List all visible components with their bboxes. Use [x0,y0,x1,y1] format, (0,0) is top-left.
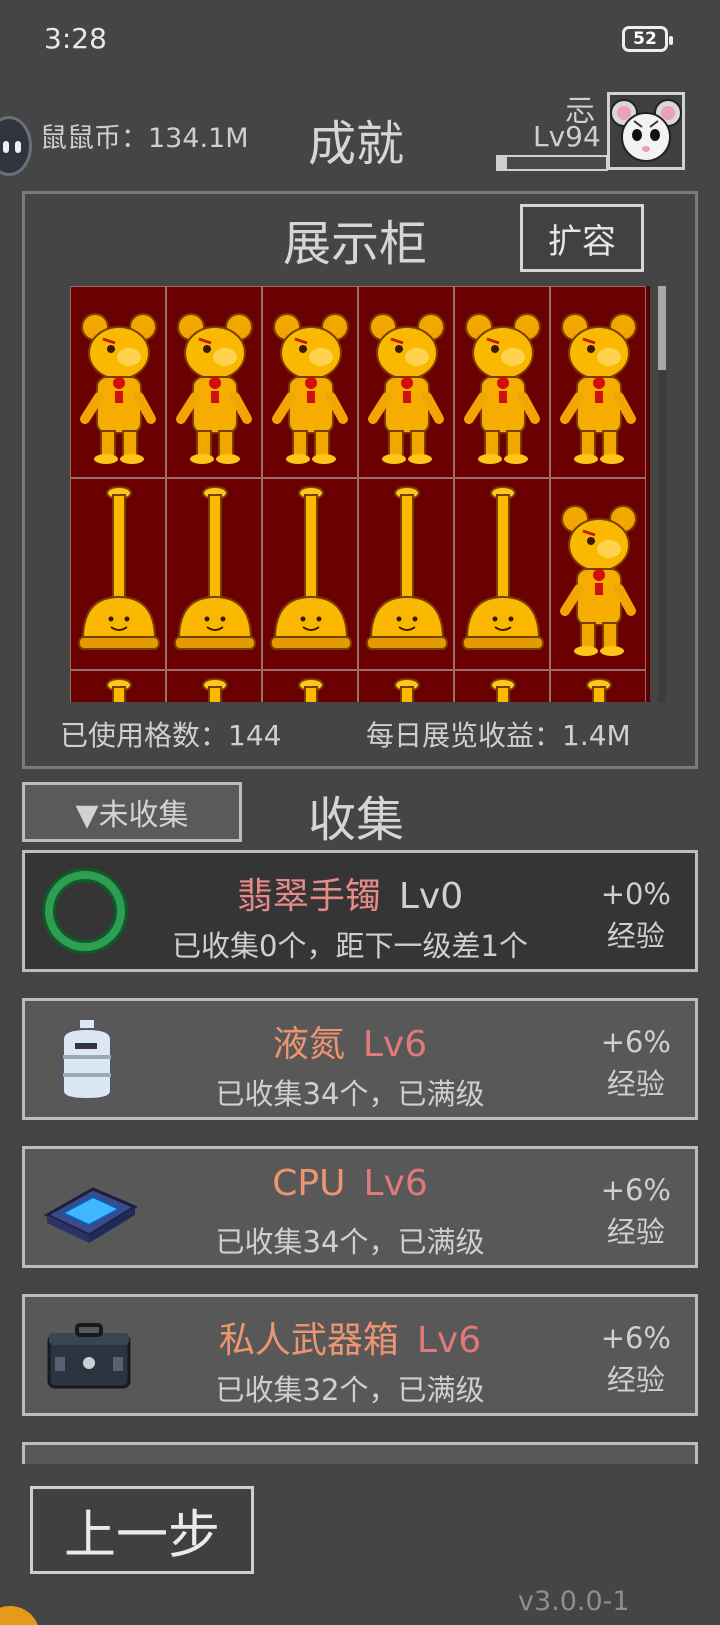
item-progress: 已收集34个，已满级 [215,1077,485,1111]
back-button[interactable]: 上一步 [30,1486,254,1574]
bonus-unit: 经验 [606,1363,665,1397]
gold-plunger-trophy-icon [490,678,516,702]
cabinet-slot[interactable] [358,478,454,670]
item-bonus: +0% 经验 [601,873,671,957]
gold-plunger-trophy-icon [366,486,448,650]
gold-plunger-trophy-icon [106,678,132,702]
player-avatar[interactable] [607,92,685,170]
version-label: v3.0.0-1 [518,1586,630,1617]
item-title: 私人武器箱 Lv6 [155,1311,545,1363]
item-progress: 已收集34个，已满级 [215,1225,485,1259]
collection-item[interactable]: 液氮 Lv6 已收集34个，已满级 +6% 经验 [22,998,698,1120]
xp-progress-fill [498,157,507,169]
collection-title: 收集 [308,792,405,848]
gold-plunger-trophy-icon [202,678,228,702]
item-name: 翡翠手镯 [236,876,381,917]
gold-plunger-trophy-icon [394,678,420,702]
item-bonus: +6% 经验 [601,1021,671,1105]
daily-income: 每日展览收益：1.4M [366,719,631,752]
collection-item[interactable]: 翡翠手镯 Lv0 已收集0个，距下一级差1个 +0% 经验 [22,850,698,972]
gold-plunger-trophy-icon [462,486,544,650]
battery-level: 52 [633,29,657,49]
floating-orb-icon[interactable] [0,1606,40,1625]
expand-button[interactable]: 扩容 [520,204,644,272]
collection-item[interactable] [22,1442,698,1464]
gold-plunger-trophy-icon [174,486,256,650]
xp-progress-bar [496,155,608,171]
gold-plunger-trophy-icon [586,678,612,702]
item-level: Lv6 [416,1320,482,1361]
item-progress: 已收集32个，已满级 [215,1373,485,1407]
item-title: 翡翠手镯 Lv0 [155,867,545,919]
gold-bear-trophy-icon [560,505,637,656]
item-title: 液氮 Lv6 [155,1015,545,1067]
cabinet-scrollbar[interactable] [658,286,666,702]
item-level: Lv6 [363,1163,428,1204]
collection-item[interactable]: 私人武器箱 Lv6 已收集32个，已满级 +6% 经验 [22,1294,698,1416]
cabinet-slot[interactable] [550,478,646,670]
cabinet-slot[interactable] [262,478,358,670]
cabinet-slot[interactable] [70,478,166,670]
gold-bear-trophy-icon [176,313,253,464]
item-progress: 已收集0个，距下一级差1个 [172,929,528,963]
player-level: Lv94 [533,120,601,153]
bonus-value: +6% [600,1321,671,1355]
gold-bear-trophy-icon [560,313,637,464]
item-name: 液氮 [272,1024,345,1065]
item-level: Lv6 [362,1024,428,1065]
cabinet-slot[interactable] [166,286,262,478]
used-cells-count: 已使用格数：144 [60,719,282,752]
weapon-case-icon [41,1311,137,1399]
cabinet-slot[interactable] [70,286,166,478]
battery-icon: 52 [622,26,673,52]
cabinet-slot[interactable] [454,286,550,478]
coin-balance: 鼠鼠币：134.1M [40,123,249,154]
cabinet-slot[interactable] [70,670,166,702]
collection-list[interactable]: 翡翠手镯 Lv0 已收集0个，距下一级差1个 +0% 经验 液氮 Lv6 已收集34个，已满级… [20,850,700,1464]
cabinet-slot[interactable] [166,670,262,702]
item-name: 私人武器箱 [218,1320,399,1361]
cabinet-scroll-thumb[interactable] [658,286,666,370]
gold-bear-trophy-icon [464,313,541,464]
cabinet-slot[interactable] [550,670,646,702]
bonus-unit: 经验 [606,1215,665,1249]
bonus-unit: 经验 [606,919,665,953]
cabinet-slot[interactable] [550,286,646,478]
cpu-chip-icon [41,1163,139,1251]
item-bonus: +6% 经验 [601,1317,671,1401]
item-name: CPU [272,1163,346,1204]
status-time: 3:28 [44,22,107,55]
mouse-avatar-icon [610,99,682,162]
cabinet-slot[interactable] [262,286,358,478]
bonus-unit: 经验 [606,1067,665,1101]
cabinet-slot[interactable] [166,478,262,670]
bonus-value: +6% [600,1173,671,1207]
gold-plunger-trophy-icon [270,486,352,650]
cabinet-title: 展示柜 [283,216,428,272]
cabinet-slot[interactable] [358,670,454,702]
item-bonus: +6% 经验 [601,1169,671,1253]
jade-bracelet-icon [41,867,137,955]
item-title: CPU Lv6 [155,1163,545,1204]
cabinet-slot[interactable] [358,286,454,478]
cabinet-grid[interactable] [70,286,650,702]
gold-bear-trophy-icon [80,313,157,464]
item-level: Lv0 [398,876,464,917]
side-menu-icon[interactable] [0,116,32,176]
filter-uncollected-button[interactable]: ▼未收集 [22,782,242,842]
gold-bear-trophy-icon [368,313,445,464]
bonus-value: +6% [600,1025,671,1059]
liquid-nitrogen-tank-icon [41,1015,137,1103]
bonus-value: +0% [600,877,671,911]
page-title: 成就 [308,116,405,172]
gold-plunger-trophy-icon [298,678,324,702]
cabinet-slot[interactable] [262,670,358,702]
gold-bear-trophy-icon [272,313,349,464]
gold-plunger-trophy-icon [78,486,160,650]
cabinet-slot[interactable] [454,670,550,702]
cabinet-slot[interactable] [454,478,550,670]
collection-item[interactable]: CPU Lv6 已收集34个，已满级 +6% 经验 [22,1146,698,1268]
